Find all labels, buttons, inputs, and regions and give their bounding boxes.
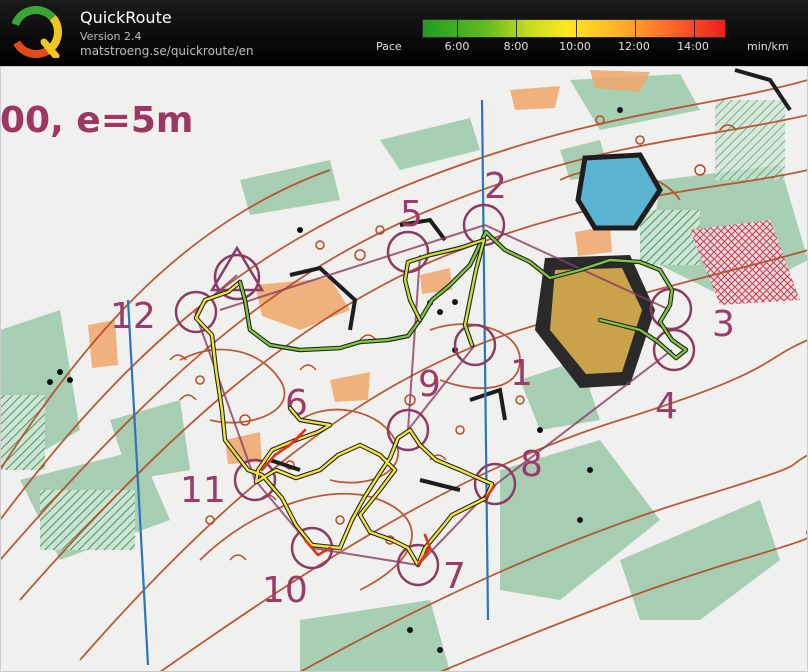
- control-number: 7: [443, 556, 466, 597]
- control-number: 2: [484, 166, 507, 207]
- orienteering-map[interactable]: 00, e=5m 1 2 3 4 5 6 7 8 9 10 11 12: [0, 66, 808, 672]
- control-number: 10: [262, 570, 308, 611]
- map-canvas[interactable]: 00, e=5m 1 2 3 4 5 6 7 8 9 10 11 12: [0, 66, 808, 672]
- app-url: matstroeng.se/quickroute/en: [80, 44, 254, 58]
- control-number: 3: [712, 304, 735, 345]
- pace-unit-label: min/km: [747, 40, 789, 53]
- control-number: 11: [180, 470, 226, 511]
- pace-color-scale: [422, 19, 726, 38]
- pace-tick-label: 10:00: [559, 40, 591, 53]
- pace-tick-label: 6:00: [444, 40, 470, 53]
- control-number: 8: [520, 444, 543, 485]
- quickroute-logo-icon: [10, 6, 62, 58]
- pace-legend-label: Pace: [376, 40, 402, 53]
- app-header: QuickRoute Version 2.4 matstroeng.se/qui…: [0, 0, 808, 66]
- app-version: Version 2.4: [80, 30, 142, 43]
- control-number: 5: [400, 194, 423, 235]
- control-number: 1: [510, 353, 533, 394]
- pace-tick-label: 8:00: [503, 40, 529, 53]
- rough-open-land: [640, 210, 700, 265]
- map-scale-text: 00, e=5m: [0, 100, 193, 141]
- control-number: 12: [110, 296, 156, 337]
- rough-open-land: [715, 100, 785, 180]
- pace-tick-label: 12:00: [618, 40, 650, 53]
- control-number: 4: [655, 386, 678, 427]
- app-title: QuickRoute: [80, 8, 172, 27]
- control-number: 9: [418, 364, 441, 405]
- pace-tick-label: 14:00: [677, 40, 709, 53]
